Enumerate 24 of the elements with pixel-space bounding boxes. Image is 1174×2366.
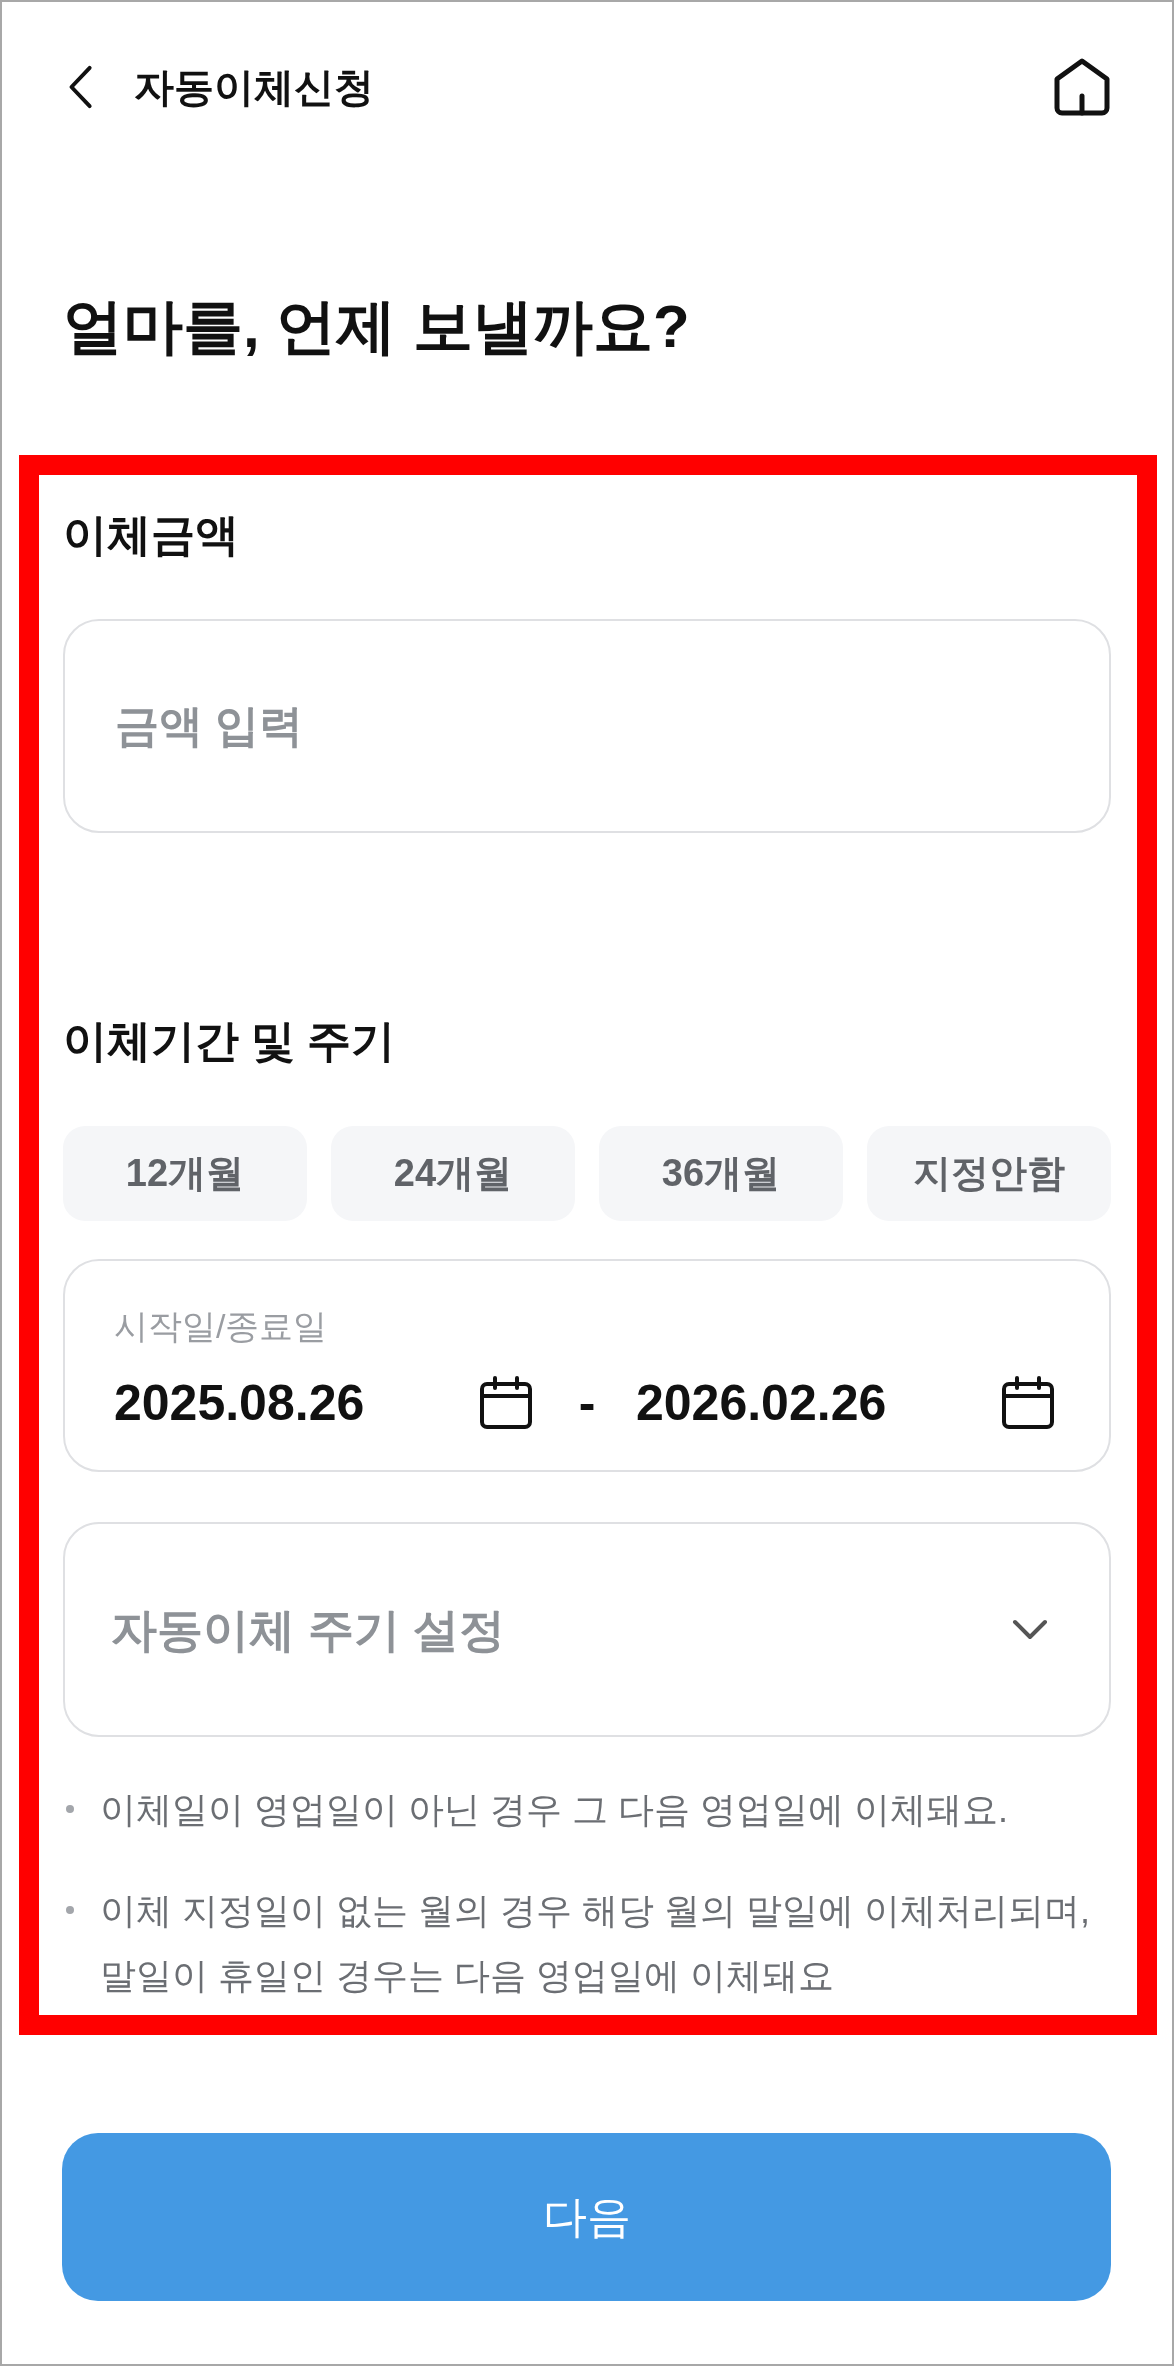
period-chip[interactable]: 12개월 — [63, 1126, 307, 1221]
note-text: 이체 지정일이 없는 월의 경우 해당 월의 말일에 이체처리되며, 말일이 휴일인 경우는 다음 영업일에 이체돼요 — [100, 1889, 1092, 1998]
page-title: 자동이체신청 — [134, 64, 374, 111]
calendar-icon[interactable] — [1001, 1376, 1055, 1430]
bullet-icon — [66, 1805, 74, 1813]
period-chip[interactable]: 지정안함 — [867, 1126, 1111, 1221]
cycle-select[interactable]: 자동이체 주기 설정 — [63, 1522, 1111, 1737]
date-range-field[interactable]: 시작일/종료일 2025.08.26 - 2026.02.26 — [63, 1259, 1111, 1472]
period-chip[interactable]: 36개월 — [599, 1126, 843, 1221]
note-text: 이체일이 영업일이 아닌 경우 그 다음 영업일에 이체돼요. — [100, 1788, 1008, 1832]
date-separator: - — [577, 1375, 597, 1431]
section-label: 이체기간 및 주기 — [63, 1015, 397, 1067]
end-date: 2026.02.26 — [636, 1375, 888, 1431]
period-chip[interactable]: 24개월 — [331, 1126, 575, 1221]
back-icon[interactable] — [68, 63, 94, 111]
bullet-icon — [66, 1906, 74, 1914]
home-icon[interactable] — [1052, 58, 1112, 116]
calendar-icon[interactable] — [479, 1376, 533, 1430]
next-button[interactable]: 다음 — [62, 2133, 1111, 2301]
field-label: 시작일/종료일 — [114, 1306, 328, 1347]
amount-input[interactable]: 금액 입력 — [63, 619, 1111, 833]
page-heading: 얼마를, 언제 보낼까요? — [63, 292, 691, 362]
start-date: 2025.08.26 — [114, 1375, 366, 1431]
section-label: 이체금액 — [63, 509, 240, 561]
